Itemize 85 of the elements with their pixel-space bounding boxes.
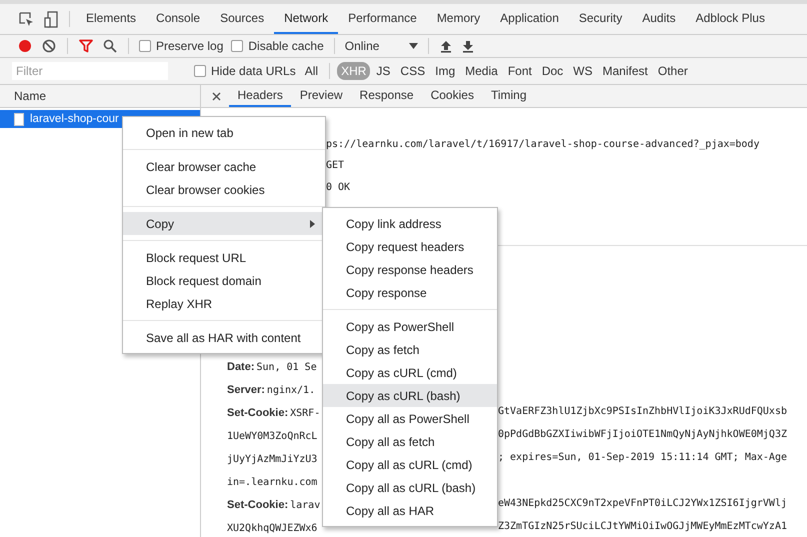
header-value: in=.learnku.com (227, 476, 318, 488)
header-value: nginx/1. (266, 384, 316, 396)
detail-tab[interactable]: Headers (229, 85, 292, 107)
header-value: XSRF- (290, 408, 320, 418)
header-value: Z3ZmTGIzN25rSUciLCJtYWMiOiIwOGJjMWEyMmEzMTcwYzA1 (498, 521, 788, 532)
detail-tab[interactable]: Preview (291, 85, 352, 107)
record-icon[interactable] (18, 39, 32, 53)
panel-tab[interactable]: Application (490, 4, 569, 34)
header-value: 1UeWY0M3ZoQnRcL (227, 430, 318, 442)
detail-tab[interactable]: Timing (482, 85, 536, 107)
menu-item[interactable]: Replay XHR (123, 292, 325, 315)
detail-tab[interactable]: Cookies (422, 85, 482, 107)
menu-item[interactable]: Copy as cURL (cmd) (323, 361, 497, 384)
type-filter-button[interactable]: Font (504, 62, 536, 80)
type-filter-button[interactable]: Img (431, 62, 460, 80)
type-filter-button[interactable]: CSS (396, 62, 430, 80)
search-icon[interactable] (103, 39, 117, 53)
header-name: Server: (227, 384, 265, 396)
detail-tab[interactable]: Response (351, 85, 422, 107)
header-value: 0 OK (325, 182, 352, 193)
menu-item[interactable]: Save all as HAR with content (123, 326, 325, 349)
menu-item[interactable]: Copy response (323, 281, 497, 304)
panel-tab[interactable]: Audits (632, 4, 686, 34)
throttling-dropdown[interactable]: Online (340, 39, 422, 53)
panel-tab[interactable]: Adblock Plus (686, 4, 775, 34)
panel-tab[interactable]: Elements (76, 4, 146, 34)
header-value: 0pPdGdBbGZXIiwibWFjIjoiOTE1NmQyNjAyNjhkOWE0MjQ3Z (498, 429, 788, 440)
clear-icon[interactable] (42, 39, 56, 53)
menu-item[interactable]: Copy as fetch (323, 338, 497, 361)
menu-item[interactable]: Clear browser cache (123, 155, 325, 178)
device-toolbar-icon[interactable] (44, 10, 58, 28)
header-value: jUyYjAzMmJiYzU3 (227, 454, 318, 464)
header-value: GET (325, 160, 346, 172)
filter-icon[interactable] (79, 39, 93, 53)
menu-item[interactable]: Block request URL (123, 246, 325, 269)
header-value: ; expires=Sun, 01-Sep-2019 15:11:14 GMT; Max-Age (498, 452, 788, 463)
panel-tab[interactable]: Performance (338, 4, 427, 34)
header-name: Date: (227, 360, 255, 372)
checkbox[interactable] (194, 65, 206, 77)
checkbox-label: Hide data URLs (211, 64, 296, 78)
document-icon (14, 112, 24, 126)
menu-item[interactable]: Clear browser cookies (123, 178, 325, 201)
type-filter-button[interactable]: Doc (538, 62, 568, 80)
menu-item[interactable]: Copy all as fetch (323, 430, 497, 453)
close-icon[interactable] (212, 92, 221, 100)
panel-tab[interactable]: Console (146, 4, 210, 34)
type-filter-button[interactable]: Manifest (598, 62, 652, 80)
column-header[interactable]: Name (0, 85, 200, 108)
header-value: eW43NEpkd25CXC9nT2xpeVFnPT0iLCJ2YWx1ZSI6IjgrVWlj (498, 498, 788, 509)
menu-item[interactable]: Copy response headers (323, 258, 497, 281)
menu-item[interactable]: Copy request headers (323, 235, 497, 258)
download-icon[interactable] (462, 40, 474, 52)
menu-item[interactable]: Copy as cURL (bash) (323, 384, 497, 407)
header-value: GtVaERFZ3hlU1ZjbXc9PSIsInZhbHVlIjoiK3JxRUdFQUxsb (498, 406, 788, 417)
menu-item[interactable]: Copy all as PowerShell (323, 407, 497, 430)
upload-icon[interactable] (440, 40, 452, 52)
header-value: ps://learnku.com/laravel/t/16917/laravel-shop-course-advanced?_pjax=body (325, 138, 760, 150)
header-name: Set-Cookie: (227, 498, 288, 510)
menu-item[interactable]: Copy (123, 212, 325, 235)
checkbox[interactable] (139, 40, 151, 52)
caret-icon (409, 43, 418, 49)
checkbox-label: Preserve log (156, 39, 224, 53)
header-value: larav (290, 500, 320, 510)
type-filter-button[interactable]: WS (569, 62, 597, 80)
header-value: Sun, 01 Se (256, 362, 317, 372)
panel-tab[interactable]: Memory (426, 4, 490, 34)
checkbox[interactable] (231, 40, 244, 52)
panel-tab[interactable]: Sources (210, 4, 274, 34)
header-name: Set-Cookie: (227, 406, 288, 418)
type-filter-button[interactable]: Other (654, 62, 692, 80)
checkbox-label: Disable cache (248, 39, 324, 53)
type-filter-button[interactable]: JS (372, 62, 394, 80)
menu-item[interactable]: Copy all as HAR (323, 499, 497, 522)
menu-item[interactable]: Copy link address (323, 212, 497, 235)
menu-item[interactable]: Copy all as cURL (cmd) (323, 453, 497, 476)
type-filter-button[interactable]: Media (461, 62, 502, 80)
filter-field[interactable]: Filter (12, 62, 168, 80)
menu-item[interactable]: Block request domain (123, 269, 325, 292)
header-value: XU2QkhqQWJEZWx6 (227, 522, 318, 534)
menu-item[interactable]: Copy all as cURL (bash) (323, 476, 497, 499)
menu-item[interactable]: Copy as PowerShell (323, 315, 497, 338)
type-filter-button[interactable]: All (300, 62, 322, 80)
panel-tab[interactable]: Security (568, 4, 632, 34)
inspect-element-icon[interactable] (18, 11, 34, 27)
submenu-arrow-icon (310, 220, 315, 228)
